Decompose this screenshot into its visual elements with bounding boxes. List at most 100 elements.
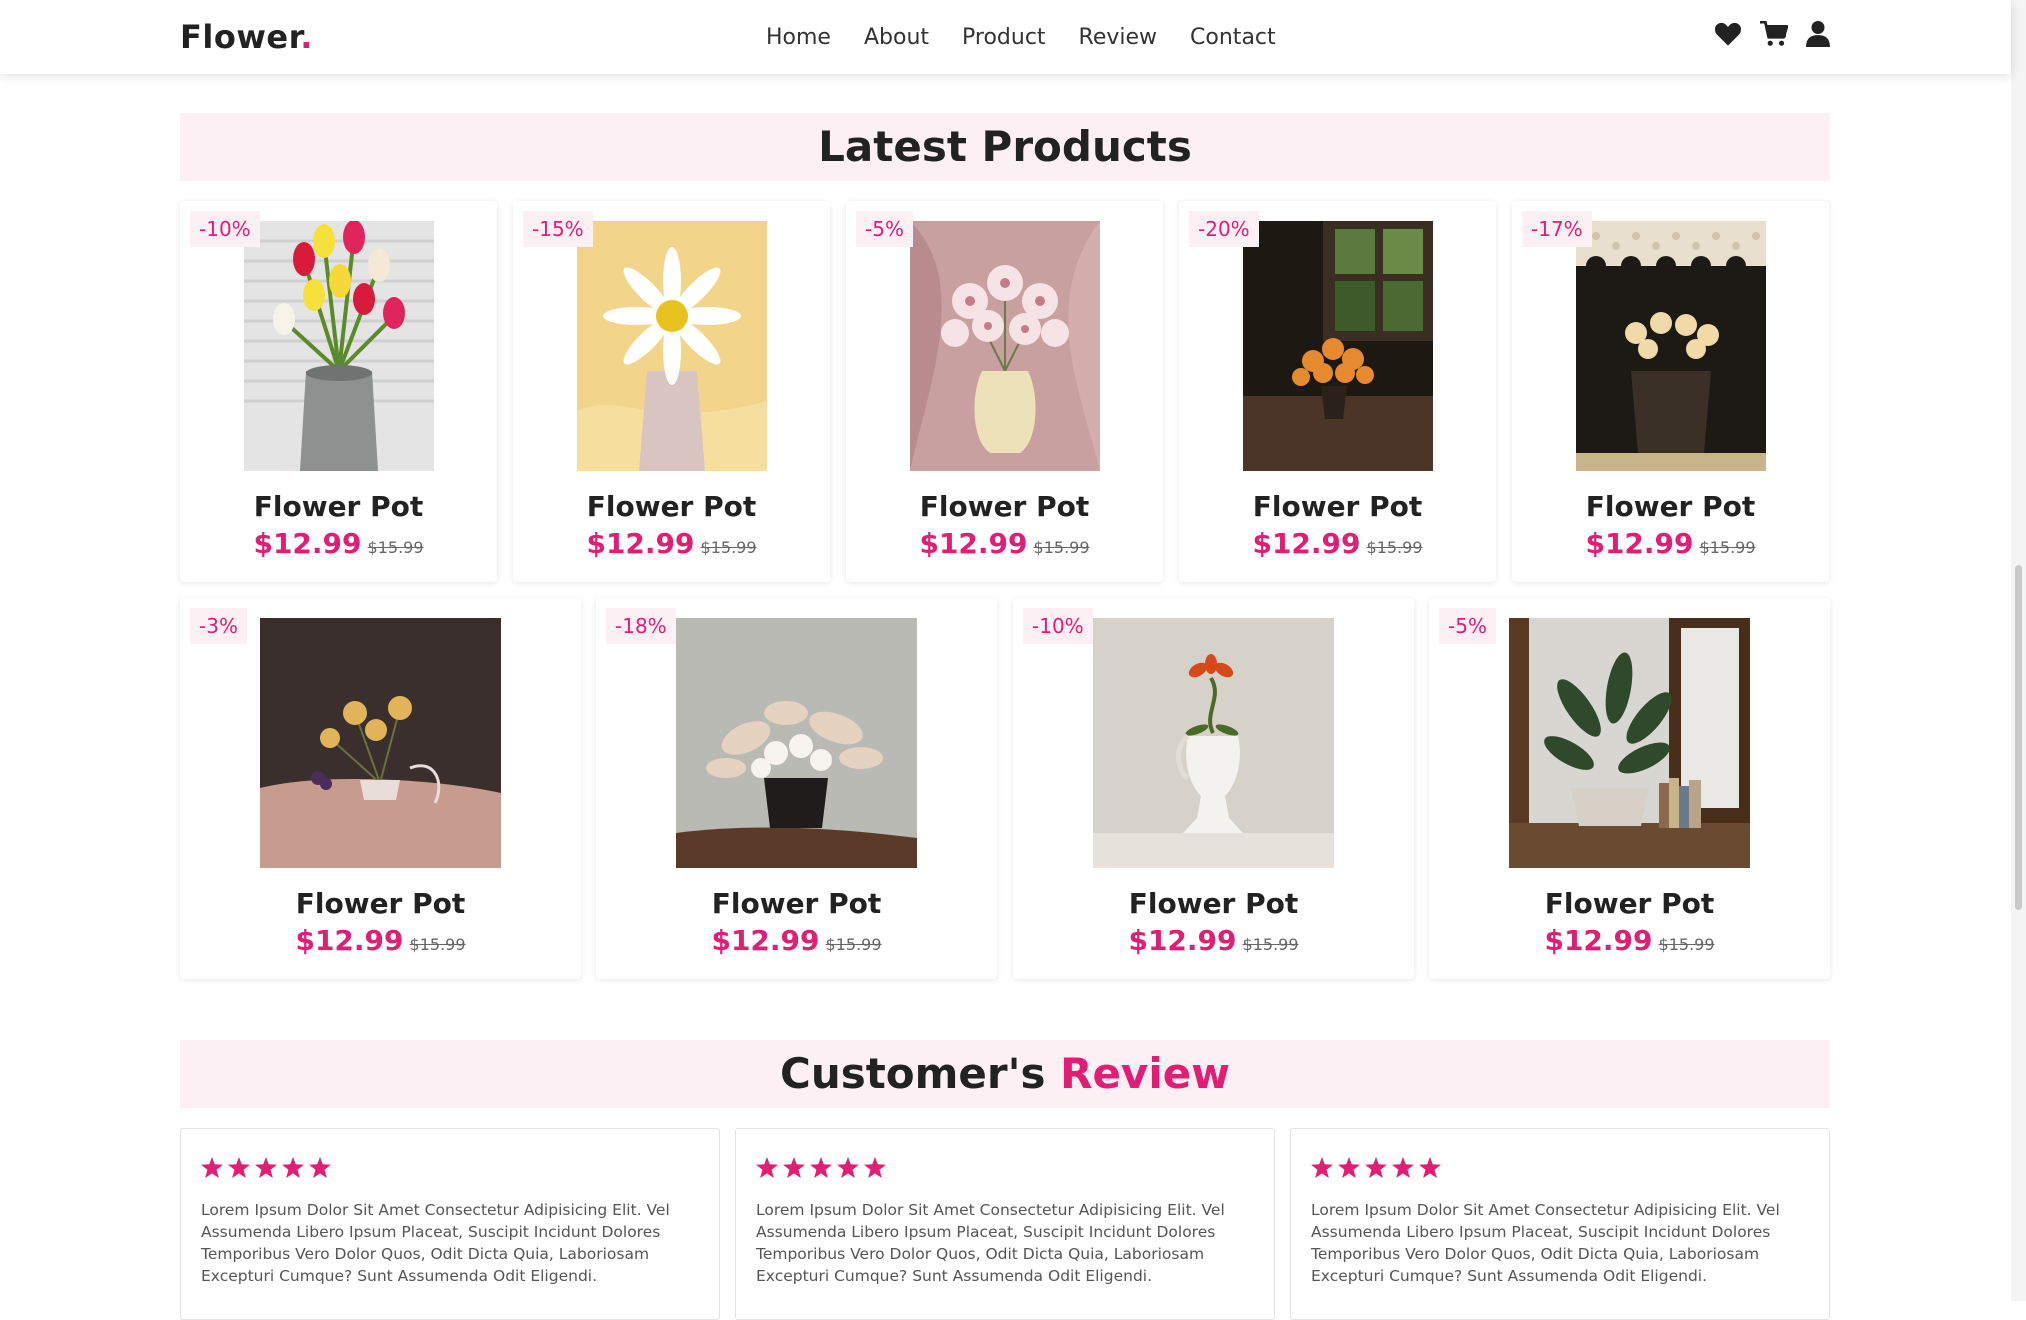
nav-contact[interactable]: Contact (1190, 22, 1276, 54)
current-price: $12.99 (1252, 527, 1361, 560)
star-rating (201, 1157, 331, 1178)
logo[interactable]: Flower. (180, 18, 313, 56)
user-icon[interactable] (1806, 21, 1830, 47)
product-name: Flower Pot (253, 490, 424, 523)
discount-badge: -5% (1439, 608, 1496, 644)
star-icon (756, 1157, 778, 1178)
star-icon (255, 1157, 277, 1178)
product-image-bust-vase[interactable] (1093, 618, 1334, 868)
current-price: $12.99 (253, 527, 362, 560)
site-header: Flower. Home About Product Review Contac… (0, 0, 2011, 74)
product-card[interactable]: -18% Flower Pot $12.99 $15.99 (596, 598, 997, 979)
product-price: $12.99 $15.99 (1512, 527, 1829, 560)
product-card[interactable]: -5% Flower Pot $12.99 $15.99 (846, 201, 1163, 582)
product-name: Flower Pot (1544, 887, 1715, 920)
review-title-main: Customer's (780, 1049, 1046, 1098)
star-rating (756, 1157, 886, 1178)
old-price: $15.99 (1033, 538, 1090, 557)
page-scrollbar[interactable] (2011, 0, 2026, 1301)
old-price: $15.99 (1658, 935, 1715, 954)
product-image-table-arrangement[interactable] (260, 618, 501, 868)
product-price: $12.99 $15.99 (180, 527, 497, 560)
product-card[interactable]: -5% Flower Pot $12.99 $15.99 (1429, 598, 1830, 979)
product-price: $12.99 $15.99 (180, 924, 581, 957)
review-text: Lorem Ipsum Dolor Sit Amet Consectetur A… (1311, 1201, 1780, 1285)
product-name: Flower Pot (1128, 887, 1299, 920)
star-icon (1338, 1157, 1360, 1178)
product-card[interactable]: -20% Flower Pot $12.99 $15.99 (1179, 201, 1496, 582)
current-price: $12.99 (1585, 527, 1694, 560)
star-icon (837, 1157, 859, 1178)
product-name: Flower Pot (295, 887, 466, 920)
old-price: $15.99 (700, 538, 757, 557)
star-icon (1365, 1157, 1387, 1178)
star-icon (1311, 1157, 1333, 1178)
discount-badge: -10% (1023, 608, 1093, 644)
product-price: $12.99 $15.99 (596, 924, 997, 957)
star-rating (1311, 1157, 1441, 1178)
star-icon (783, 1157, 805, 1178)
review-card: Lorem Ipsum Dolor Sit Amet Consectetur A… (1290, 1128, 1830, 1320)
product-image-pink-bouquet[interactable] (910, 221, 1100, 471)
cart-icon[interactable] (1760, 21, 1788, 47)
nav-about[interactable]: About (864, 22, 929, 54)
current-price: $12.99 (295, 924, 404, 957)
old-price: $15.99 (367, 538, 424, 557)
products-section-title: Latest Products (180, 113, 1830, 181)
product-card[interactable]: -3% Flower Pot $12.99 $15.99 (180, 598, 581, 979)
discount-badge: -20% (1189, 211, 1259, 247)
old-price: $15.99 (1366, 538, 1423, 557)
star-icon (282, 1157, 304, 1178)
review-card: Lorem Ipsum Dolor Sit Amet Consectetur A… (735, 1128, 1275, 1320)
current-price: $12.99 (1128, 924, 1237, 957)
nav-home[interactable]: Home (766, 22, 831, 54)
old-price: $15.99 (409, 935, 466, 954)
header-icons (1714, 21, 1830, 47)
star-icon (201, 1157, 223, 1178)
discount-badge: -3% (190, 608, 247, 644)
current-price: $12.99 (919, 527, 1028, 560)
review-section-title: Customer's Review (180, 1040, 1830, 1108)
product-card[interactable]: -10% Flower Pot $12.99 $15.99 (1013, 598, 1414, 979)
old-price: $15.99 (1699, 538, 1756, 557)
product-image-tulips[interactable] (244, 221, 434, 471)
product-card[interactable]: -15% Flower Pot $12.99 $15.99 (513, 201, 830, 582)
old-price: $15.99 (825, 935, 882, 954)
product-image-daisy[interactable] (577, 221, 767, 471)
current-price: $12.99 (1544, 924, 1653, 957)
star-icon (810, 1157, 832, 1178)
scrollbar-thumb[interactable] (2015, 565, 2022, 910)
logo-text: Flower (180, 18, 301, 56)
discount-badge: -18% (606, 608, 676, 644)
current-price: $12.99 (711, 924, 820, 957)
review-title-accent: Review (1060, 1049, 1230, 1098)
logo-dot: . (300, 18, 313, 56)
product-card[interactable]: -10% Flower Pot $12.99 $15.99 (180, 201, 497, 582)
product-price: $12.99 $15.99 (846, 527, 1163, 560)
main-nav: Home About Product Review Contact (766, 22, 1309, 54)
star-icon (228, 1157, 250, 1178)
star-icon (309, 1157, 331, 1178)
product-image-lace-pot[interactable] (1576, 221, 1766, 471)
product-image-window-flowers[interactable] (1243, 221, 1433, 471)
discount-badge: -15% (523, 211, 593, 247)
nav-review[interactable]: Review (1079, 22, 1158, 54)
star-icon (1419, 1157, 1441, 1178)
product-price: $12.99 $15.99 (1179, 527, 1496, 560)
review-text: Lorem Ipsum Dolor Sit Amet Consectetur A… (201, 1201, 670, 1285)
discount-badge: -17% (1522, 211, 1592, 247)
review-text: Lorem Ipsum Dolor Sit Amet Consectetur A… (756, 1201, 1225, 1285)
product-card[interactable]: -17% Flower Pot $12.99 $15.99 (1512, 201, 1829, 582)
product-price: $12.99 $15.99 (513, 527, 830, 560)
nav-product[interactable]: Product (962, 22, 1046, 54)
product-name: Flower Pot (1252, 490, 1423, 523)
discount-badge: -5% (856, 211, 913, 247)
product-image-potted-plant[interactable] (1509, 618, 1750, 868)
heart-icon[interactable] (1714, 21, 1742, 47)
discount-badge: -10% (190, 211, 260, 247)
product-name: Flower Pot (919, 490, 1090, 523)
star-icon (864, 1157, 886, 1178)
product-price: $12.99 $15.99 (1013, 924, 1414, 957)
product-image-dried-flowers[interactable] (676, 618, 917, 868)
product-name: Flower Pot (711, 887, 882, 920)
